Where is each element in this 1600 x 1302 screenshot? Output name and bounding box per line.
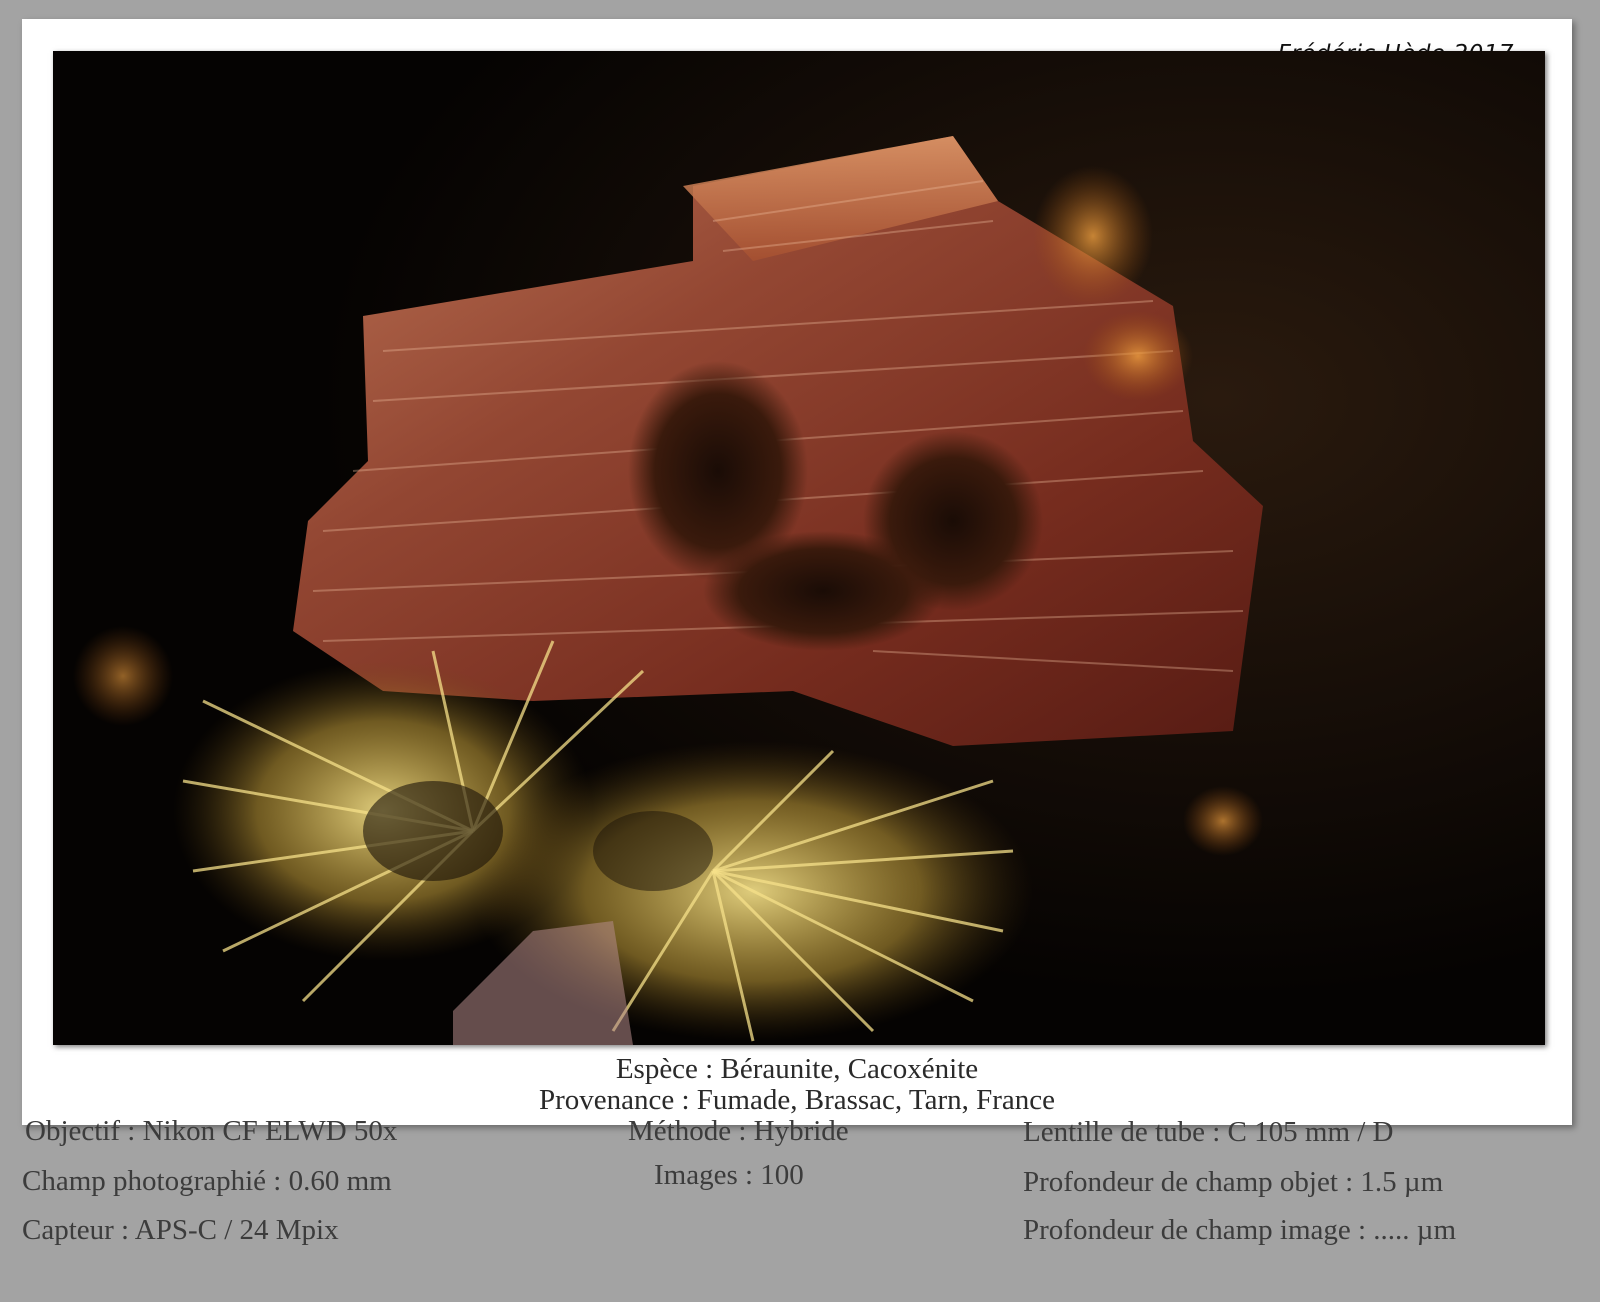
method-label: Méthode : Hybride [628, 1115, 849, 1147]
mineral-illustration [53, 51, 1545, 1045]
field-label: Champ photographié : 0.60 mm [22, 1165, 392, 1197]
tube-lens-label: Lentille de tube : C 105 mm / D [1023, 1116, 1394, 1148]
images-label: Images : 100 [654, 1159, 804, 1191]
objective-label: Objectif : Nikon CF ELWD 50x [25, 1115, 398, 1147]
origin-caption: Provenance : Fumade, Brassac, Tarn, Fran… [538, 1084, 1056, 1116]
species-caption: Espèce : Béraunite, Cacoxénite [615, 1053, 979, 1085]
sensor-label: Capteur : APS-C / 24 Mpix [22, 1214, 339, 1246]
dof-image-label: Profondeur de champ image : ..... µm [1023, 1214, 1457, 1246]
photo-frame: Frédéric Hède 2017 [22, 19, 1572, 1125]
mineral-photo [53, 51, 1545, 1045]
dof-object-label: Profondeur de champ objet : 1.5 µm [1023, 1166, 1444, 1198]
